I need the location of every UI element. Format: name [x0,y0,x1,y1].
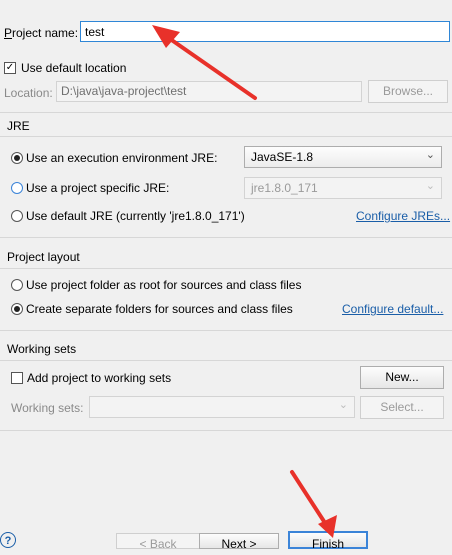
annotation-arrows [152,25,337,538]
arrow-to-project-name [152,25,257,100]
arrow-to-finish [290,470,337,538]
